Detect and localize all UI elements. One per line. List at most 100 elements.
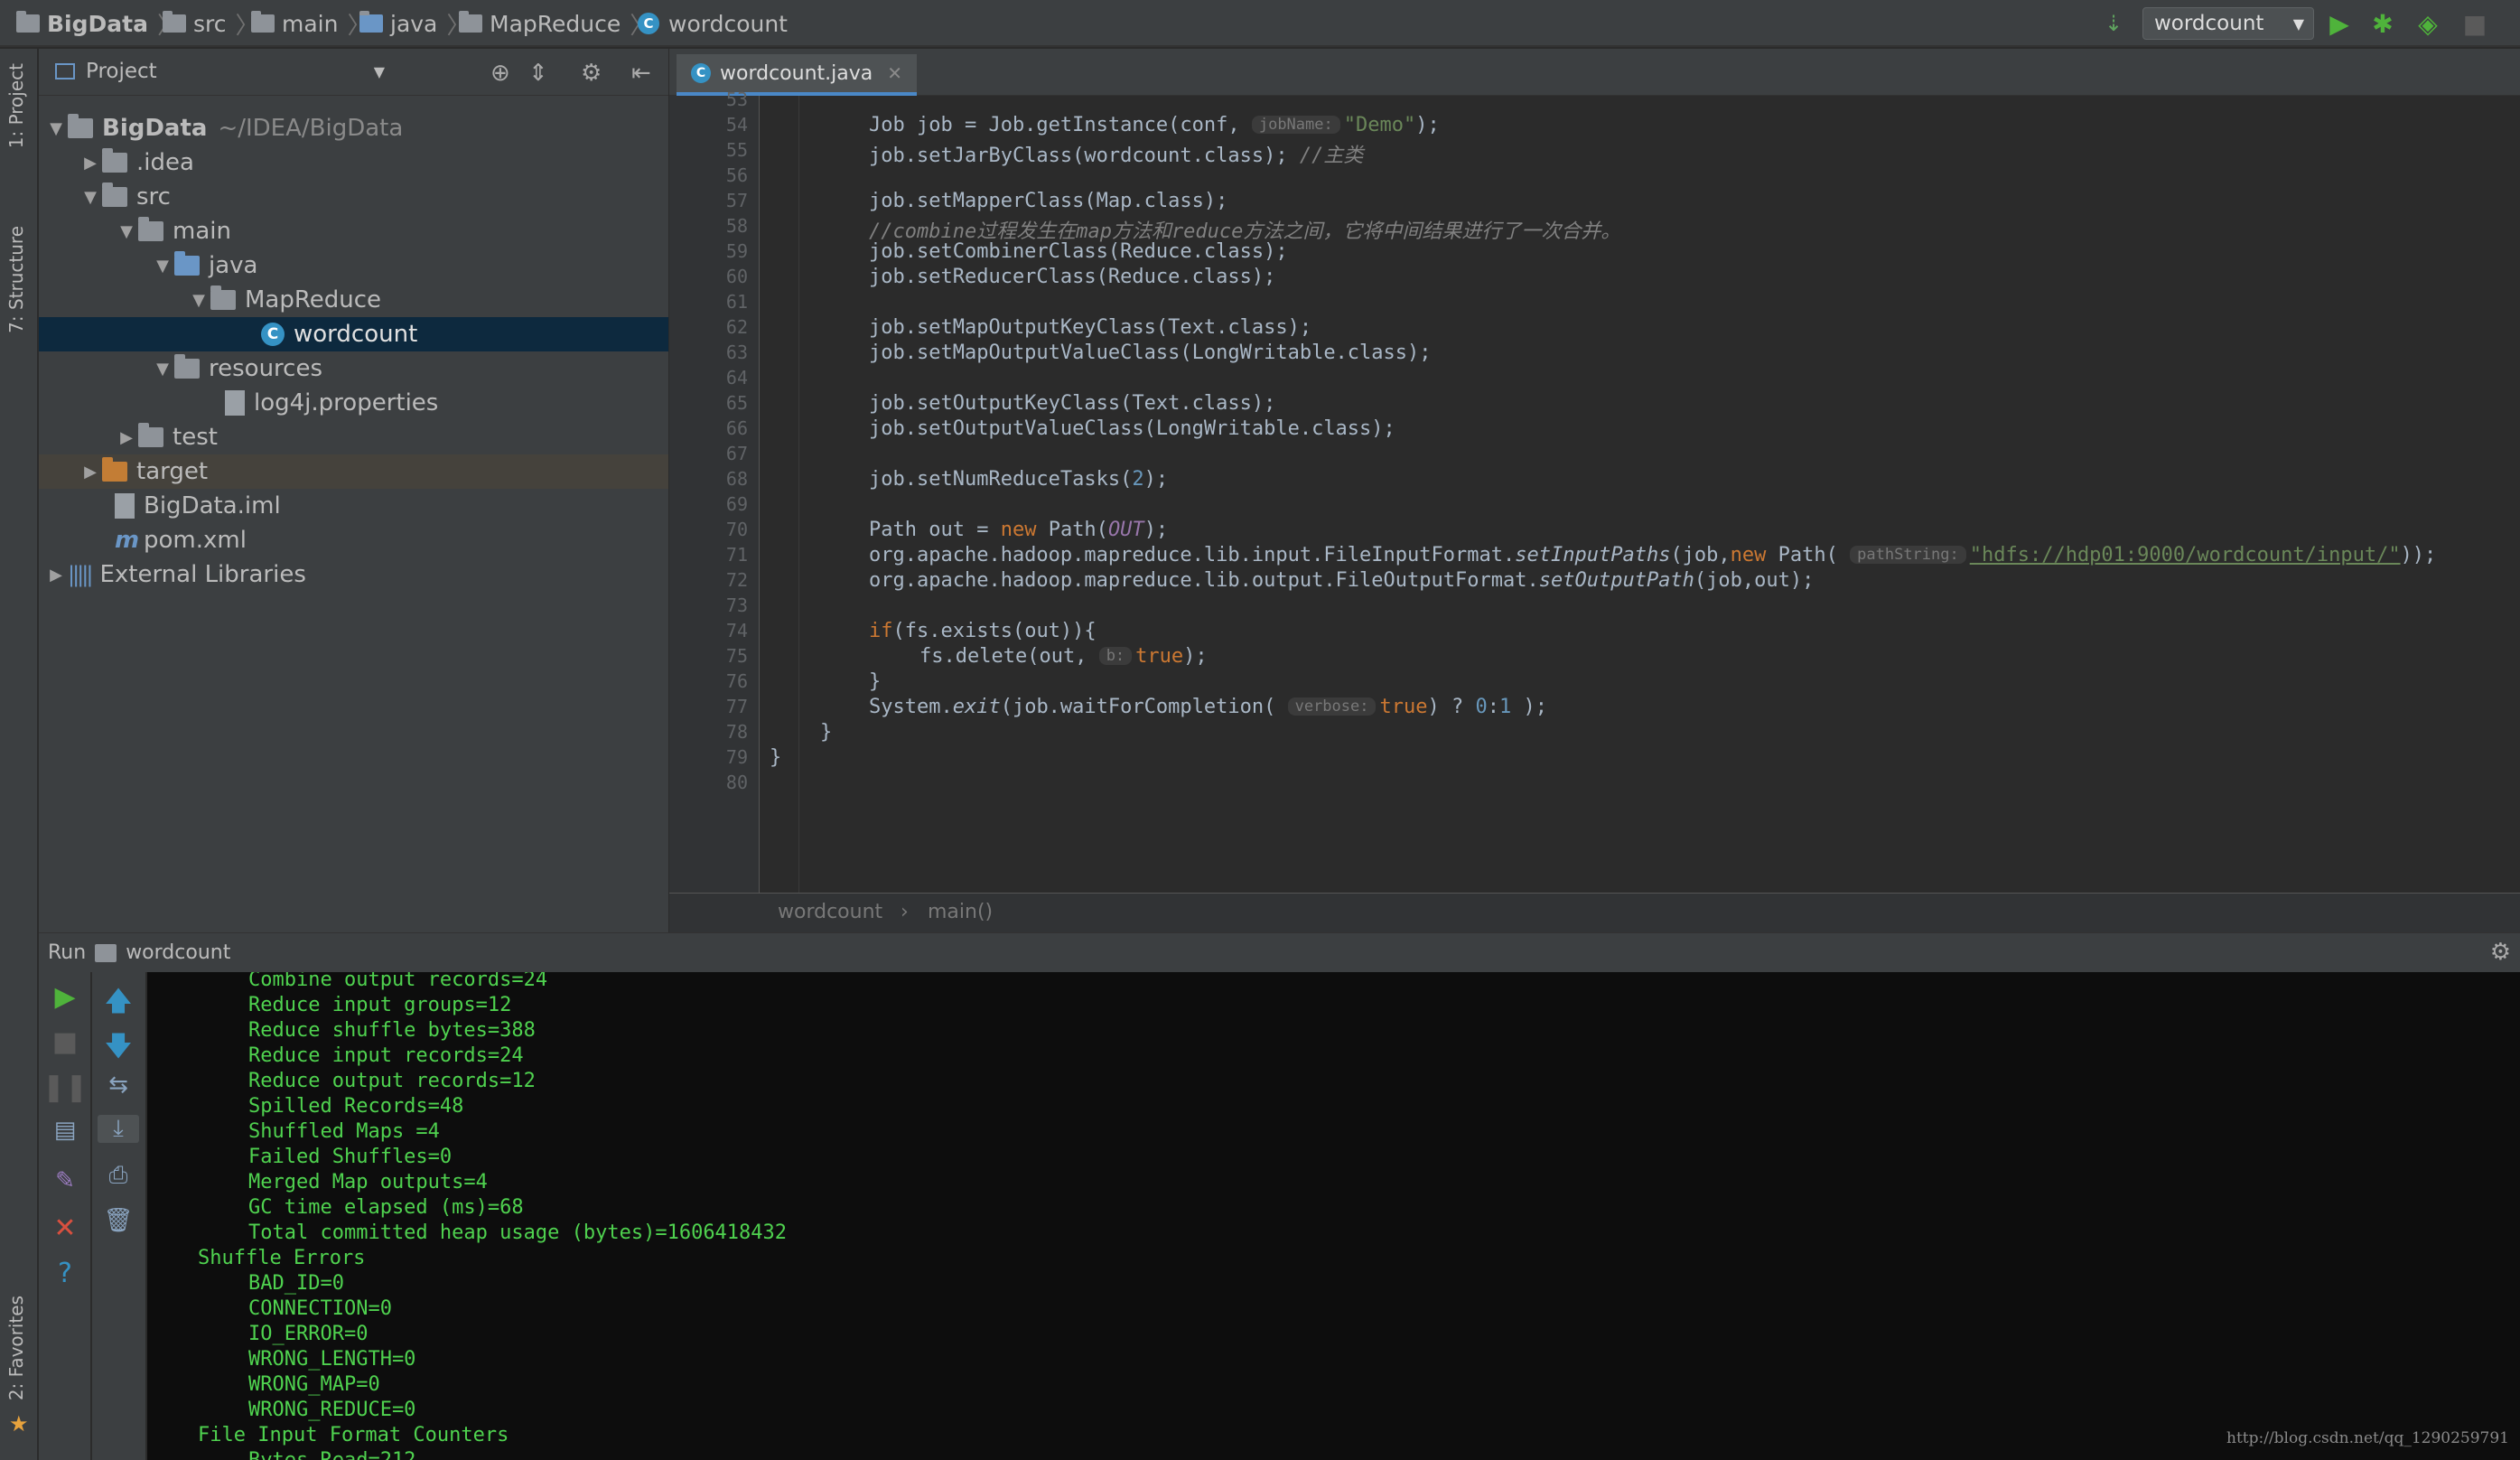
class-icon: C [691, 63, 711, 83]
folder-icon [163, 11, 186, 33]
code-line-75: fs.delete(out, b: true); [919, 645, 1208, 668]
iml-file-icon [115, 493, 135, 519]
tree-item-target[interactable]: ▶ target [39, 454, 668, 489]
tree-item-src[interactable]: ▼ src [39, 180, 668, 214]
resources-folder-icon [174, 354, 200, 379]
excluded-folder-icon [102, 457, 127, 482]
run-configuration-dropdown[interactable]: wordcount ▼ [2142, 7, 2314, 40]
console-line: Shuffle Errors [198, 1247, 366, 1269]
breadcrumb-main[interactable]: main〉 [251, 8, 370, 40]
run-tab[interactable]: Run wordcount [48, 941, 230, 964]
code-line-54: Job job = Job.getInstance(conf, jobName:… [869, 114, 1440, 136]
tree-item-test[interactable]: ▶ test [39, 420, 668, 454]
code-line-78: } [820, 721, 833, 744]
libraries-icon: ||||| [68, 562, 93, 587]
line-number: 63 [725, 342, 748, 363]
editor-breadcrumb-method[interactable]: main() [928, 901, 993, 923]
line-number: 57 [725, 190, 748, 211]
breadcrumb-mapreduce[interactable]: MapReduce〉 [459, 8, 653, 40]
tree-item-idea[interactable]: ▶ .idea [39, 145, 668, 180]
console-output[interactable]: Combine output records=24 Reduce input gr… [147, 972, 2520, 1460]
debug-icon[interactable]: ✱ [2368, 9, 2397, 39]
breadcrumb-bigdata[interactable]: BigData〉 [16, 8, 181, 40]
trash-icon[interactable]: 🗑 [92, 1207, 145, 1234]
breadcrumb-wordcount[interactable]: Cwordcount [638, 8, 788, 39]
collapse-all-icon[interactable]: ⇕ [528, 60, 548, 87]
editor-breadcrumb: wordcount › main() [669, 893, 2520, 932]
coverage-icon[interactable]: ◈ [2413, 9, 2442, 39]
code-line-59: job.setCombinerClass(Reduce.class); [869, 240, 1288, 263]
close-icon[interactable]: ✕ [39, 1212, 91, 1244]
editor-breadcrumb-class[interactable]: wordcount [778, 901, 882, 923]
project-panel-header: Project ▼ ⊕ ⇕ ⚙ ⇤ [39, 49, 668, 96]
source-folder-icon [174, 251, 200, 276]
tree-item-pom-xml[interactable]: m pom.xml [39, 523, 668, 557]
console-line: WRONG_LENGTH=0 [248, 1348, 416, 1371]
folder-icon [359, 11, 383, 33]
pin-icon[interactable]: ✎ [39, 1167, 91, 1194]
tab-structure[interactable]: 7: Structure [5, 226, 27, 333]
tree-item-mapreduce[interactable]: ▼ MapReduce [39, 283, 668, 317]
expanded-arrow-icon: ▼ [84, 187, 97, 207]
breadcrumb-java[interactable]: java〉 [359, 8, 470, 40]
line-number: 67 [725, 443, 748, 464]
tree-item-log4j-properties[interactable]: log4j.properties [39, 386, 668, 420]
tree-item-bigdata-iml[interactable]: BigData.iml [39, 489, 668, 523]
breadcrumb-src[interactable]: src 〉 [163, 8, 259, 40]
line-number: 58 [725, 215, 748, 237]
close-icon[interactable]: ✕ [887, 62, 902, 84]
project-tool-window: Project ▼ ⊕ ⇕ ⚙ ⇤ ▼ BigData ~/IDEA/BigData… [39, 49, 668, 932]
help-icon[interactable]: ? [39, 1258, 91, 1289]
watermark-text: http://blog.csdn.net/qq_1290259791 [2226, 1429, 2509, 1447]
soft-wrap-icon[interactable]: ⇆ [92, 1072, 145, 1099]
tree-item-java[interactable]: ▼ java [39, 248, 668, 283]
tab-favorites[interactable]: 2: Favorites [5, 1296, 27, 1400]
line-number: 62 [725, 316, 748, 338]
locate-icon[interactable]: ⊕ [490, 60, 510, 87]
project-view-selector[interactable]: Project ▼ [55, 60, 385, 83]
run-icon[interactable]: ▶ [2325, 9, 2354, 39]
code-line-63: job.setMapOutputValueClass(LongWritable.… [869, 342, 1432, 364]
code-line-68: job.setNumReduceTasks(2); [869, 468, 1169, 491]
code-line-72: org.apache.hadoop.mapreduce.lib.output.F… [869, 569, 1815, 592]
code-line-77: System.exit(job.waitForCompletion( verbo… [869, 696, 1547, 718]
tree-item-wordcount[interactable]: Cwordcount [39, 317, 668, 351]
tree-item-external-libraries[interactable]: ▶ ||||| External Libraries [39, 557, 668, 592]
line-number: 69 [725, 493, 748, 515]
hide-panel-icon[interactable]: ⇤ [631, 60, 651, 87]
tab-wordcount-java[interactable]: C wordcount.java ✕ [677, 54, 917, 96]
stop-icon[interactable]: ■ [39, 1026, 91, 1058]
tab-project[interactable]: 1: Project [5, 63, 27, 148]
package-icon [210, 285, 236, 310]
gear-icon[interactable]: ⚙ [581, 60, 602, 87]
line-number: 59 [725, 240, 748, 262]
code-editor[interactable]: Job job = Job.getInstance(conf, jobName:… [761, 96, 2520, 893]
editor-tab-bar: C wordcount.java ✕ [669, 49, 2520, 96]
arrow-up-icon[interactable]: 🡅 [92, 981, 145, 1027]
collapsed-arrow-icon: ▶ [50, 565, 62, 585]
tree-item-main[interactable]: ▼ main [39, 214, 668, 248]
tree-item-bigdata[interactable]: ▼ BigData ~/IDEA/BigData [39, 111, 668, 145]
vcs-update-icon[interactable]: ⇣ [2099, 9, 2128, 38]
dump-threads-icon[interactable]: ▤ [39, 1117, 91, 1144]
pause-icon[interactable]: ❚❚ [39, 1072, 91, 1103]
console-line: Shuffled Maps =4 [248, 1120, 440, 1143]
code-line-71: org.apache.hadoop.mapreduce.lib.input.Fi… [869, 544, 2437, 566]
chevron-down-icon: ▼ [2292, 14, 2304, 33]
tree-item-resources[interactable]: ▼ resources [39, 351, 668, 386]
console-line: Combine output records=24 [248, 972, 548, 991]
print-icon[interactable]: ⎙ [92, 1162, 145, 1190]
arrow-down-icon[interactable]: 🡇 [92, 1026, 145, 1072]
stop-icon[interactable]: ■ [2460, 9, 2489, 39]
expanded-arrow-icon: ▼ [156, 256, 169, 276]
gear-icon[interactable]: ⚙ [2490, 939, 2511, 966]
code-line-76: } [869, 670, 882, 693]
line-number: 61 [725, 291, 748, 313]
scroll-to-end-icon[interactable]: ⤓ [98, 1115, 139, 1143]
run-config-icon [95, 943, 117, 962]
project-folder-icon [16, 11, 40, 33]
star-icon: ★ [9, 1411, 29, 1437]
rerun-icon[interactable]: ▶ [39, 981, 91, 1013]
line-number: 80 [725, 772, 748, 793]
line-number: 66 [725, 417, 748, 439]
